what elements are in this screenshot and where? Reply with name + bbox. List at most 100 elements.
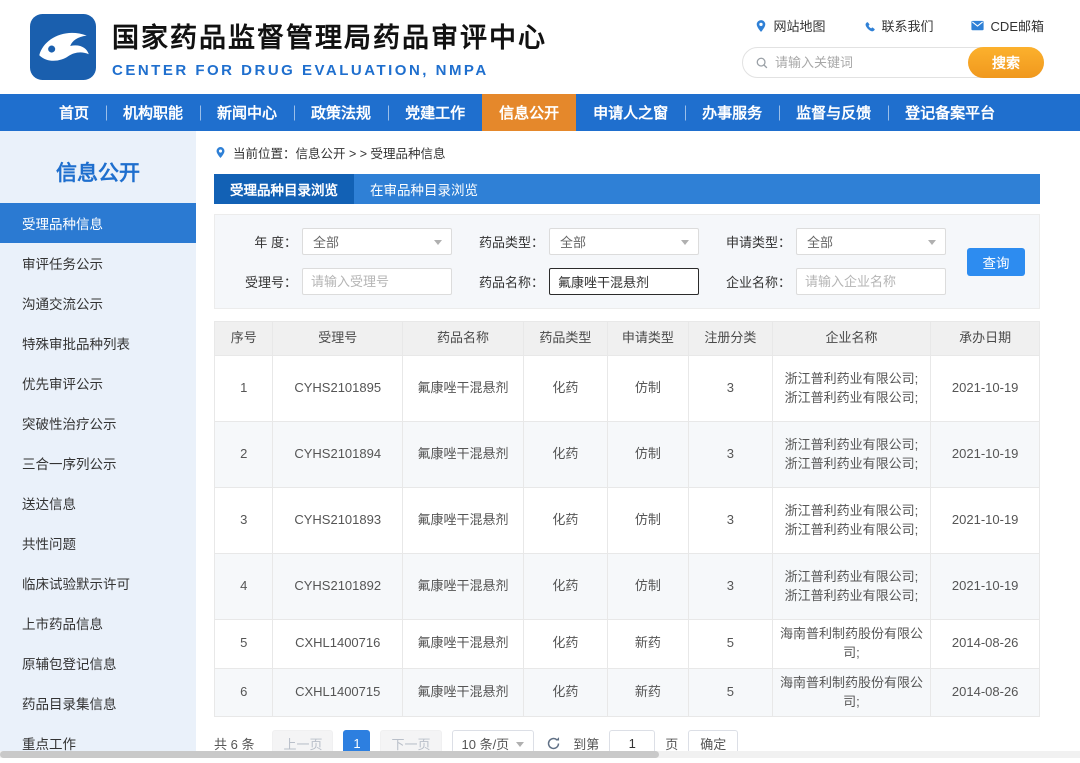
nav-item[interactable]: 机构职能 <box>106 94 200 131</box>
cell-index: 5 <box>213 619 274 669</box>
table-row: 1 CYHS2101895 氟康唑干混悬剂 化药 仿制 3 浙江普利药业有限公司… <box>213 355 1040 422</box>
table-row: 3 CYHS2101893 氟康唑干混悬剂 化药 仿制 3 浙江普利药业有限公司… <box>213 487 1040 554</box>
refresh-icon[interactable] <box>546 736 561 751</box>
sidebar-item[interactable]: 原辅包登记信息 <box>0 643 196 683</box>
filter-grid: 年 度： 全部 药品类型： 全部 申请类型： 全部 受理号： 请输入受理号 药品… <box>229 228 946 295</box>
main-nav: 首页 机构职能 新闻中心 政策法规 党建工作 信息公开 申请人之窗 办事服务 监督与反馈 登记备案… <box>0 94 1080 131</box>
cde-logo-icon <box>30 14 96 80</box>
nav-item[interactable]: 党建工作 <box>388 94 482 131</box>
table-row: 2 CYHS2101894 氟康唑干混悬剂 化药 仿制 3 浙江普利药业有限公司… <box>213 421 1040 488</box>
nav-item[interactable]: 首页 <box>42 94 106 131</box>
drug-type-select[interactable]: 全部 <box>549 228 699 255</box>
horizontal-scrollbar <box>0 751 1080 758</box>
cell-reg-class: 3 <box>688 553 773 620</box>
sidebar-item[interactable]: 上市药品信息 <box>0 603 196 643</box>
sitemap-link[interactable]: 网站地图 <box>754 16 826 35</box>
apply-type-select-value: 全部 <box>807 235 834 250</box>
cell-drug-type: 化药 <box>523 619 608 669</box>
nav-item[interactable]: 登记备案平台 <box>888 94 1012 131</box>
filter-company: 企业名称： <box>723 268 946 295</box>
cell-drug-type: 化药 <box>523 421 608 488</box>
chevron-down-icon <box>681 239 689 245</box>
content-area: 信息公开 受理品种信息 审评任务公示 沟通交流公示 特殊审批品种列表 优先审评公示 突破性… <box>0 131 1080 758</box>
nav-item[interactable]: 新闻中心 <box>200 94 294 131</box>
table-row: 6 CXHL1400715 氟康唑干混悬剂 化药 新药 5 海南普利制药股份有限… <box>213 667 1040 718</box>
site-logo <box>30 14 96 80</box>
cell-date: 2014-08-26 <box>930 619 1040 669</box>
sidebar-item[interactable]: 临床试验默示许可 <box>0 563 196 603</box>
filter-accept-no: 受理号： <box>229 268 452 295</box>
sidebar-title: 信息公开 <box>56 162 140 185</box>
filter-apply-type: 申请类型： 全部 <box>723 228 946 255</box>
query-button[interactable]: 查询 <box>967 247 1025 276</box>
cell-drug-name: 氟康唑干混悬剂 <box>401 667 525 718</box>
scrollbar-thumb[interactable] <box>0 751 659 758</box>
nav-item[interactable]: 政策法规 <box>294 94 388 131</box>
year-select[interactable]: 全部 <box>302 228 452 255</box>
contact-link[interactable]: 联系我们 <box>862 16 934 35</box>
cell-apply-type: 新药 <box>606 667 690 718</box>
cell-reg-class: 5 <box>688 619 773 669</box>
sidebar-item[interactable]: 特殊审批品种列表 <box>0 323 196 363</box>
mail-link[interactable]: CDE邮箱 <box>970 16 1044 35</box>
cell-index: 2 <box>213 421 274 488</box>
accept-no-input[interactable] <box>302 268 452 295</box>
cell-apply-type: 仿制 <box>606 553 690 620</box>
cell-drug-type: 化药 <box>523 355 608 422</box>
cell-drug-type: 化药 <box>523 667 608 718</box>
table-body: 1 CYHS2101895 氟康唑干混悬剂 化药 仿制 3 浙江普利药业有限公司… <box>213 355 1040 718</box>
quick-links: 网站地图 联系我们 CDE邮箱 <box>754 16 1044 35</box>
nav-item[interactable]: 办事服务 <box>685 94 779 131</box>
apply-type-label: 申请类型： <box>725 235 791 250</box>
cell-company: 海南普利制药股份有限公司; <box>771 667 932 718</box>
tab-bar: 受理品种目录浏览 在审品种目录浏览 <box>214 174 1040 204</box>
tab-under-review-catalog[interactable]: 在审品种目录浏览 <box>354 174 494 204</box>
filter-panel: 年 度： 全部 药品类型： 全部 申请类型： 全部 受理号： 请输入受理号 药品… <box>214 214 1040 309</box>
search-button[interactable]: 搜索 <box>968 47 1044 78</box>
sitemap-link-label: 网站地图 <box>773 19 826 34</box>
apply-type-select[interactable]: 全部 <box>796 228 946 255</box>
location-pin-icon <box>216 147 225 158</box>
cell-index: 4 <box>213 553 274 620</box>
site-search: 搜索 <box>742 47 1044 78</box>
accept-no-label: 受理号： <box>244 275 297 290</box>
nav-item[interactable]: 信息公开 <box>482 94 577 131</box>
sidebar-item[interactable]: 三合一序列公示 <box>0 443 196 483</box>
table-row: 4 CYHS2101892 氟康唑干混悬剂 化药 仿制 3 浙江普利药业有限公司… <box>213 553 1040 620</box>
cell-company: 浙江普利药业有限公司;浙江普利药业有限公司; <box>771 355 932 422</box>
table-head: 序号 受理号 药品名称 药品类型 申请类型 注册分类 企业名称 承办日期 <box>213 321 1040 356</box>
sidebar-item[interactable]: 送达信息 <box>0 483 196 523</box>
cell-index: 6 <box>213 667 274 718</box>
sidebar-item[interactable]: 审评任务公示 <box>0 243 196 283</box>
cell-drug-type: 化药 <box>523 487 608 554</box>
results-table: 序号 受理号 药品名称 药品类型 申请类型 注册分类 企业名称 承办日期 1 CYHS2101… <box>213 321 1040 718</box>
sidebar-item[interactable]: 沟通交流公示 <box>0 283 196 323</box>
drug-name-input[interactable] <box>549 268 699 295</box>
nav-item[interactable]: 申请人之窗 <box>576 94 685 131</box>
phone-icon <box>865 21 875 31</box>
sidebar-item[interactable]: 共性问题 <box>0 523 196 563</box>
tab-accepted-catalog[interactable]: 受理品种目录浏览 <box>214 174 354 204</box>
sidebar-item[interactable]: 药品目录集信息 <box>0 683 196 723</box>
drug-name-label: 药品名称： <box>478 275 544 290</box>
company-label: 企业名称： <box>725 275 791 290</box>
sidebar-item[interactable]: 优先审评公示 <box>0 363 196 403</box>
year-label: 年 度： <box>254 235 297 250</box>
site-subtitle: CENTER FOR DRUG EVALUATION, NMPA <box>112 61 489 79</box>
company-input[interactable] <box>796 268 946 295</box>
cell-accept-no: CYHS2101893 <box>272 487 403 554</box>
cell-reg-class: 3 <box>688 355 773 422</box>
breadcrumb: 当前位置：信息公开 > > 受理品种信息 <box>214 143 1040 162</box>
filter-year: 年 度： 全部 <box>229 228 452 255</box>
cell-apply-type: 新药 <box>606 619 690 669</box>
column-header: 注册分类 <box>688 321 773 356</box>
cell-drug-name: 氟康唑干混悬剂 <box>401 619 525 669</box>
column-header: 药品名称 <box>401 321 525 356</box>
chevron-down-icon <box>434 239 442 245</box>
filter-drug-type: 药品类型： 全部 <box>476 228 699 255</box>
sidebar-item[interactable]: 突破性治疗公示 <box>0 403 196 443</box>
sidebar-item[interactable]: 受理品种信息 <box>0 203 196 243</box>
nav-item[interactable]: 监督与反馈 <box>779 94 888 131</box>
header-utilities: 网站地图 联系我们 CDE邮箱 搜索 <box>742 16 1044 78</box>
mail-link-label: CDE邮箱 <box>990 19 1044 34</box>
